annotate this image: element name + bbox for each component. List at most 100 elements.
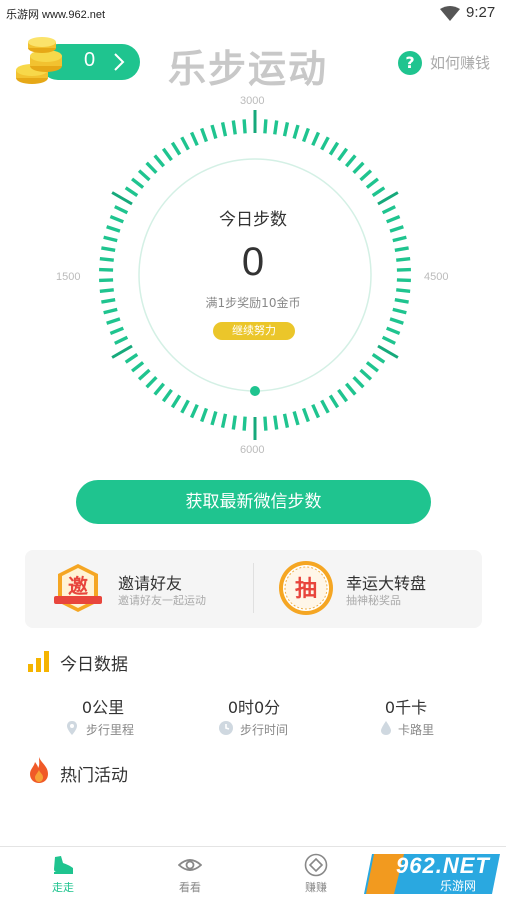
- dial-tick: [389, 317, 404, 325]
- dial-tick: [365, 361, 379, 373]
- dial-tick: [111, 191, 133, 206]
- nav-watch[interactable]: 看看: [155, 846, 225, 900]
- divider: [253, 563, 254, 613]
- dial-tick: [273, 120, 279, 135]
- dial-tick: [359, 169, 373, 182]
- dial-tick: [161, 388, 173, 403]
- dial-tick: [106, 317, 121, 325]
- clock-icon: [219, 721, 233, 735]
- dial-tick: [124, 352, 139, 364]
- app-title: 乐步运动: [168, 47, 329, 91]
- dial-tick: [359, 368, 373, 381]
- dial-tick: [210, 124, 218, 139]
- dial-tick: [263, 119, 268, 134]
- nav-earn[interactable]: 赚赚: [281, 846, 351, 900]
- dial-tick: [180, 399, 190, 414]
- dial-tick: [170, 394, 182, 409]
- dial-tick: [292, 411, 300, 426]
- dial-tick: [189, 404, 199, 419]
- dial-tick: [337, 147, 349, 162]
- dial-tick: [377, 344, 399, 359]
- dial-tick: [273, 415, 279, 430]
- bar-chart-icon: [28, 651, 49, 672]
- coin-count: 0: [84, 49, 96, 71]
- dial-tick: [328, 394, 340, 409]
- dial-tick: [344, 154, 357, 168]
- dial-tick: [109, 326, 124, 336]
- dial-tick: [344, 382, 357, 396]
- dial-tick: [170, 141, 182, 156]
- dial-tick: [352, 375, 365, 389]
- dial-tick: [200, 127, 209, 143]
- get-wechat-steps-button[interactable]: 获取最新微信步数: [76, 480, 431, 524]
- coins-icon: [16, 37, 62, 84]
- today-steps-title: 今日步数: [219, 210, 287, 230]
- site-logo-sub: 乐游网: [440, 879, 477, 893]
- dial-tick: [292, 124, 300, 139]
- status-time: 9:27: [466, 4, 496, 21]
- nav-earn-label: 赚赚: [305, 881, 327, 894]
- duration-label: 步行时间: [240, 723, 289, 737]
- location-icon: [67, 721, 77, 735]
- dial-tick: [210, 411, 218, 426]
- dial-tick: [282, 122, 290, 137]
- progress-dot: [250, 386, 260, 396]
- dial-tick: [137, 368, 151, 381]
- drop-icon: [381, 721, 391, 735]
- dial-tick: [180, 136, 190, 151]
- diamond-icon: [304, 853, 328, 877]
- dial-tick: [328, 141, 340, 156]
- dial-tick: [242, 119, 247, 134]
- dial-tick: [386, 326, 401, 336]
- watermark-text: 乐游网 www.962.net: [6, 9, 106, 21]
- dial-tick: [282, 413, 290, 428]
- nav-walk[interactable]: 走走: [28, 846, 98, 900]
- dial-tick: [311, 131, 321, 146]
- calories-label: 卡路里: [398, 723, 435, 737]
- fire-icon: [30, 757, 48, 783]
- invite-friends-subtitle: 邀请好友一起运动: [118, 594, 206, 607]
- dial-tick: [381, 335, 396, 345]
- invite-icon[interactable]: 邀: [52, 562, 104, 614]
- dial-tick: [352, 161, 365, 175]
- dial-tick: [145, 161, 158, 175]
- dial-tick: [371, 352, 386, 364]
- dial-tick: [153, 154, 166, 168]
- eye-icon: [178, 859, 202, 871]
- dial-tick: [220, 413, 228, 428]
- question-icon[interactable]: ?: [398, 51, 422, 75]
- dial-tick: [231, 415, 237, 430]
- dial-label-bottom: 6000: [240, 444, 265, 456]
- dial-tick: [396, 288, 411, 293]
- dial-tick: [365, 177, 379, 189]
- shoe-icon: [54, 856, 73, 874]
- dial-tick: [153, 382, 166, 396]
- dial-tick: [242, 416, 247, 431]
- lucky-wheel-icon[interactable]: 抽: [278, 560, 334, 616]
- nav-watch-label: 看看: [179, 881, 201, 894]
- dial-tick: [320, 399, 330, 414]
- dial-tick: [377, 191, 399, 206]
- dial-tick: [131, 177, 145, 189]
- lucky-wheel-title[interactable]: 幸运大转盘: [346, 570, 426, 594]
- distance-label: 步行里程: [86, 723, 135, 737]
- distance-value: 0公里: [81, 698, 125, 717]
- dial-label-top: 3000: [240, 95, 265, 107]
- dial-tick: [114, 335, 129, 345]
- chevron-right-icon: [114, 53, 125, 71]
- how-to-earn-link[interactable]: 如何赚钱: [430, 52, 490, 73]
- calories-value: 0千卡: [384, 698, 428, 717]
- duration-value: 0时0分: [227, 698, 281, 717]
- dial-tick: [311, 404, 321, 419]
- dial-tick: [111, 344, 133, 359]
- dial-tick: [124, 186, 139, 198]
- invite-friends-title[interactable]: 邀请好友: [118, 570, 182, 594]
- hot-activities-title: 热门活动: [60, 766, 128, 786]
- svg-text:抽: 抽: [295, 577, 317, 602]
- dial-tick: [337, 388, 349, 403]
- dial-tick: [131, 361, 145, 373]
- nav-walk-label: 走走: [52, 881, 74, 894]
- dial-tick: [137, 169, 151, 182]
- status-bar: 乐游网 www.962.net 9:27: [0, 0, 506, 28]
- dial-tick: [161, 147, 173, 162]
